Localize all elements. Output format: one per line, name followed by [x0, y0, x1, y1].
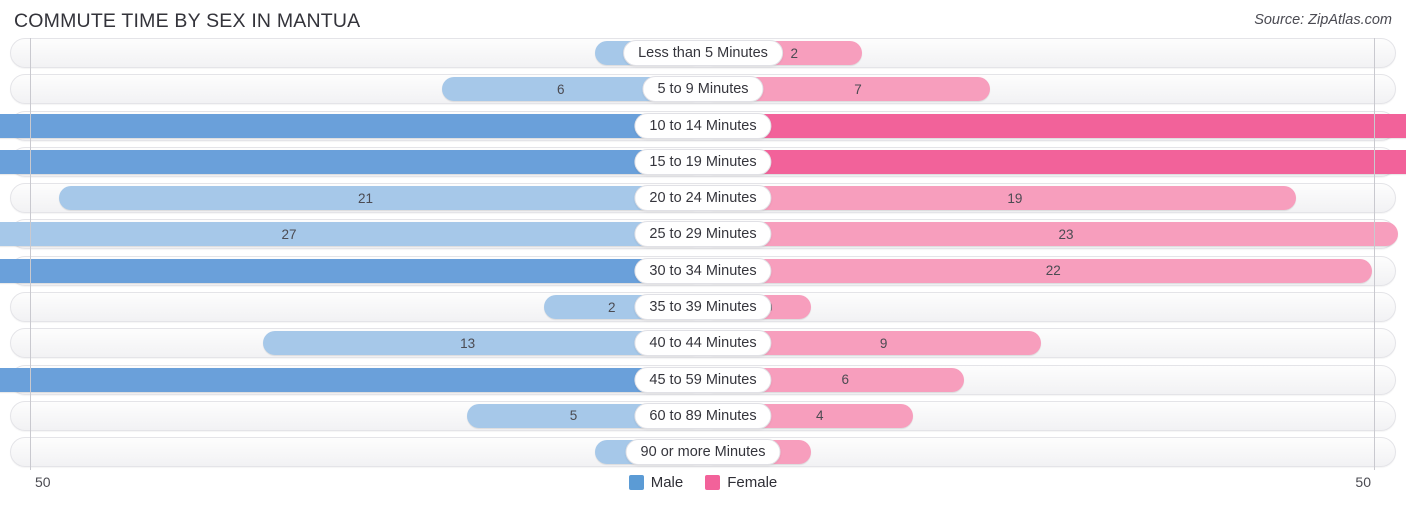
male-value-label: 0 [11, 440, 649, 464]
male-value-label: 5 [569, 408, 578, 424]
category-label: 5 to 9 Minutes [642, 76, 764, 103]
category-label: 10 to 14 Minutes [634, 112, 772, 139]
female-value-label: 0 [757, 440, 1395, 464]
bar-row[interactable]: 27 23 25 to 29 Minutes [0, 219, 1398, 250]
category-label: 40 to 44 Minutes [634, 330, 772, 357]
male-value-label: 27 [281, 226, 297, 242]
bar-row[interactable]: 33 6 45 to 59 Minutes [0, 364, 1396, 395]
category-label: 30 to 34 Minutes [634, 257, 772, 284]
bar-row[interactable]: 0 2 Less than 5 Minutes [10, 38, 1396, 68]
legend-label: Female [727, 474, 778, 491]
legend-item-female[interactable]: Female [705, 474, 777, 491]
male-value-label: 13 [460, 335, 476, 351]
source-attribution: Source: ZipAtlas.com [1254, 12, 1392, 28]
female-value-label: 4 [816, 408, 824, 424]
female-value-label: 2 [790, 45, 798, 61]
male-value-label: 0 [11, 41, 649, 65]
bar-row[interactable]: 394310 to 14 Minutes [0, 110, 1406, 141]
category-label: 15 to 19 Minutes [634, 148, 772, 175]
bar-rows: 02Less than 5 Minutes675 to 9 Minutes394… [0, 38, 1406, 474]
legend-label: Male [650, 474, 684, 491]
male-value-label: 6 [556, 81, 565, 97]
category-label: 20 to 24 Minutes [634, 185, 772, 212]
category-label: 25 to 29 Minutes [634, 221, 772, 248]
axis-line-left [30, 38, 31, 470]
female-value-label: 23 [1058, 226, 1074, 242]
female-value-label: 22 [1045, 263, 1061, 279]
chart-footer: 50 50 Male Female [10, 470, 1396, 510]
chart-legend: Male Female [10, 474, 1396, 491]
bar-row[interactable]: 2 035 to 39 Minutes [10, 292, 1396, 323]
bar-row[interactable]: 0 090 or more Minutes [10, 437, 1396, 468]
male-bar[interactable]: 39 [0, 113, 703, 138]
female-value-label: 7 [854, 81, 862, 97]
female-value-label: 19 [1007, 190, 1023, 206]
female-bar[interactable]: 43 [703, 113, 1406, 138]
female-value-label: 6 [841, 372, 850, 388]
axis-line-right [1374, 38, 1375, 470]
bar-row[interactable]: 13 9 40 to 44 Minutes [10, 328, 1396, 359]
chart-plot-area: 02Less than 5 Minutes675 to 9 Minutes394… [0, 38, 1406, 470]
female-value-label: 9 [879, 335, 888, 351]
female-value-label: 0 [757, 295, 1395, 319]
male-bar[interactable]: 33 [0, 367, 703, 392]
category-label: 90 or more Minutes [625, 439, 781, 466]
legend-item-male[interactable]: Male [628, 474, 684, 491]
bar-row[interactable]: 38 22 30 to 34 Minutes [0, 255, 1396, 286]
male-value-label: 21 [358, 190, 374, 206]
male-bar[interactable]: 34 [0, 149, 703, 174]
category-label: 60 to 89 Minutes [634, 402, 772, 429]
male-bar[interactable]: 38 [0, 258, 703, 283]
bar-row[interactable]: 6 7 5 to 9 Minutes [10, 74, 1396, 105]
bar-row[interactable]: 344015 to 19 Minutes [0, 146, 1406, 177]
chart-header: COMMUTE TIME BY SEX IN MANTUA Source: Zi… [0, 0, 1406, 38]
male-value-label: 2 [608, 299, 616, 315]
bar-row[interactable]: 5 4 60 to 89 Minutes [10, 400, 1396, 431]
category-label: 35 to 39 Minutes [634, 294, 772, 321]
page-title: COMMUTE TIME BY SEX IN MANTUA [14, 10, 361, 32]
category-label: Less than 5 Minutes [623, 40, 783, 66]
legend-swatch-icon [628, 475, 644, 490]
female-bar[interactable]: 40 [703, 149, 1406, 174]
legend-swatch-icon [705, 475, 721, 490]
category-label: 45 to 59 Minutes [634, 366, 772, 393]
bar-row[interactable]: 21 19 20 to 24 Minutes [10, 183, 1396, 214]
